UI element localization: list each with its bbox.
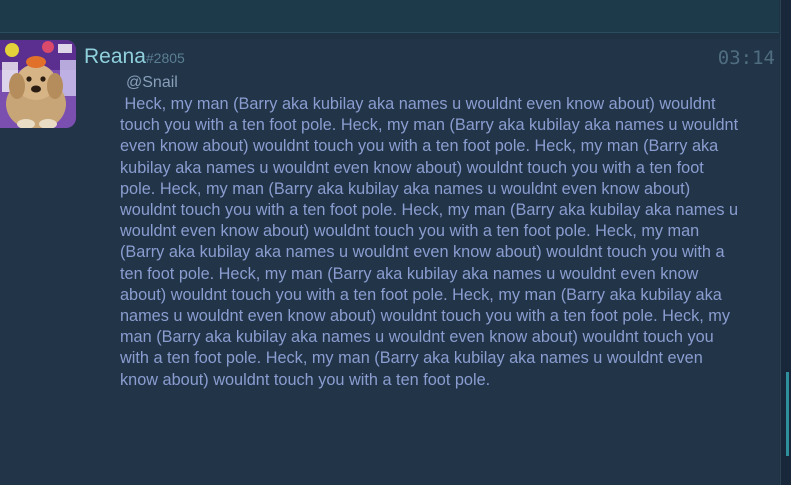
author-tag: #2805 — [145, 50, 185, 66]
author-name[interactable]: Reana — [84, 45, 146, 68]
dog-avatar-icon — [0, 40, 76, 128]
message-timestamp: 03:14 — [717, 47, 775, 69]
scrollbar-thumb[interactable] — [786, 372, 789, 456]
previous-message-panel — [0, 0, 779, 33]
user-avatar[interactable] — [0, 40, 76, 128]
message-body: Heck, my man (Barry aka kubilay aka name… — [120, 95, 739, 389]
mention-text[interactable]: @Snail — [126, 74, 178, 92]
message-author[interactable]: Reana#2805 — [84, 45, 185, 69]
